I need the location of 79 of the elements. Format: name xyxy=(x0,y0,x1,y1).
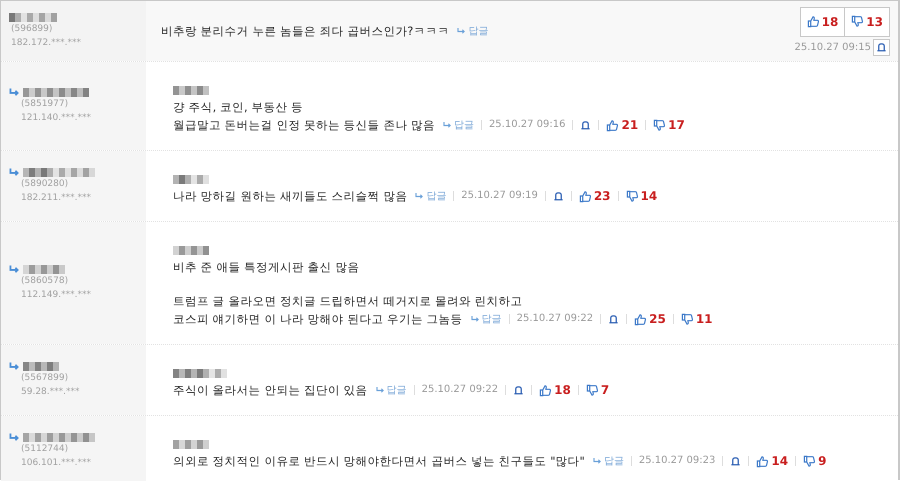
dislike-button[interactable]: 14 xyxy=(626,189,658,203)
ip-address: 182.211.***.*** xyxy=(20,192,92,204)
comment-text: 트럼프 글 올라오면 정치글 드립하면서 떼거지로 몰려와 린치하고 xyxy=(173,293,523,310)
thumbs-down-icon xyxy=(586,384,599,396)
like-button[interactable]: 25 xyxy=(634,312,666,326)
dislike-button[interactable]: 13 xyxy=(845,8,889,36)
bell-icon[interactable] xyxy=(552,190,564,202)
reply-arrow-icon xyxy=(9,168,20,176)
member-id: (5567899) xyxy=(20,372,70,384)
comment-text: 주식이 올라서는 안되는 집단이 있음 xyxy=(173,382,368,399)
blurred-nickname xyxy=(173,440,209,449)
comment-time: 25.10.27 09:16 xyxy=(488,118,566,132)
member-id: (5890280) xyxy=(20,178,70,190)
ip-address: 112.149.***.*** xyxy=(20,288,92,302)
reply-arrow-icon xyxy=(415,192,424,200)
comment-text: 비추랑 분리수거 누른 놈들은 죄다 곱버스인가?ㅋㅋㅋ xyxy=(161,23,450,40)
blurred-nickname xyxy=(23,168,95,176)
blurred-nickname xyxy=(173,369,227,378)
thumbs-down-icon xyxy=(680,312,694,326)
bell-icon[interactable] xyxy=(513,384,524,396)
like-button[interactable]: 14 xyxy=(756,454,788,468)
thumbs-up-icon xyxy=(539,384,552,396)
like-button[interactable]: 18 xyxy=(539,383,571,397)
blurred-nickname xyxy=(23,88,89,96)
bell-icon[interactable] xyxy=(730,456,742,466)
thumbs-up-icon xyxy=(578,190,592,202)
member-id: (5851977) xyxy=(20,98,70,110)
bell-icon[interactable] xyxy=(876,42,887,52)
reply-arrow-icon xyxy=(9,432,20,442)
comment-text: 월급말고 돈버는걸 인정 못하는 등신들 존나 많음 xyxy=(173,117,435,134)
comment-time: 25.10.27 09:15 xyxy=(794,42,871,52)
thumbs-down-icon xyxy=(803,454,816,468)
reply-arrow-icon xyxy=(592,458,602,464)
thumbs-down-icon xyxy=(653,118,666,132)
member-id: (5112744) xyxy=(20,442,70,456)
reply-arrow-icon xyxy=(9,88,20,96)
comment-time: 25.10.27 09:22 xyxy=(422,383,498,397)
reply-arrow-icon xyxy=(470,316,480,322)
comment-text: 의외로 정치적인 이유로 반드시 망해야한다면서 곱버스 넣는 친구들도 "많다" xyxy=(173,453,585,470)
comment-text: 걍 주식, 코인, 부동산 등 xyxy=(173,99,303,116)
dislike-button[interactable]: 7 xyxy=(586,383,610,397)
blurred-nickname xyxy=(23,362,59,370)
reply-arrow-icon xyxy=(376,386,385,394)
reply-arrow-icon xyxy=(9,264,20,274)
thumbs-down-icon xyxy=(626,190,639,202)
member-id: (5860578) xyxy=(20,274,70,288)
bell-icon[interactable] xyxy=(608,314,620,324)
reply-arrow-icon xyxy=(442,122,452,128)
ip-address: 182.172.***.*** xyxy=(10,36,82,50)
reply-arrow-icon xyxy=(457,28,466,34)
blurred-nickname xyxy=(173,246,209,255)
blurred-nickname xyxy=(23,432,95,442)
thumbs-up-icon xyxy=(756,454,770,468)
thumbs-up-icon xyxy=(606,118,620,132)
comment-text: 코스피 얘기하면 이 나라 망해야 된다고 우기는 그놈등 xyxy=(173,311,463,328)
dislike-button[interactable]: 11 xyxy=(680,312,713,326)
comment-text: 나라 망하길 원하는 새끼들도 스리슬쩍 많음 xyxy=(173,188,408,205)
thumbs-down-icon xyxy=(851,15,864,28)
ip-address: 59.28.***.*** xyxy=(20,386,80,398)
reply-arrow-icon xyxy=(9,362,20,370)
member-id: (596899) xyxy=(10,22,54,36)
like-button[interactable]: 23 xyxy=(578,189,611,203)
dislike-button[interactable]: 17 xyxy=(653,118,685,132)
blurred-nickname xyxy=(23,264,65,274)
dislike-button[interactable]: 9 xyxy=(803,454,826,468)
ip-address: 121.140.***.*** xyxy=(20,112,92,124)
comment-time: 25.10.27 09:22 xyxy=(516,312,594,326)
blurred-nickname xyxy=(173,175,209,184)
thumbs-up-icon xyxy=(806,15,820,28)
like-button[interactable]: 21 xyxy=(606,118,638,132)
bell-icon[interactable] xyxy=(580,120,592,130)
ip-address: 106.101.***.*** xyxy=(20,456,92,470)
like-button[interactable]: 18 xyxy=(800,8,846,36)
comment-text: 비추 준 애들 특정게시판 출신 많음 xyxy=(173,259,360,276)
comment-time: 25.10.27 09:23 xyxy=(638,454,716,468)
comment-time: 25.10.27 09:19 xyxy=(461,189,538,203)
thumbs-up-icon xyxy=(634,312,648,326)
blurred-nickname xyxy=(173,86,209,95)
blurred-nickname xyxy=(9,12,57,22)
